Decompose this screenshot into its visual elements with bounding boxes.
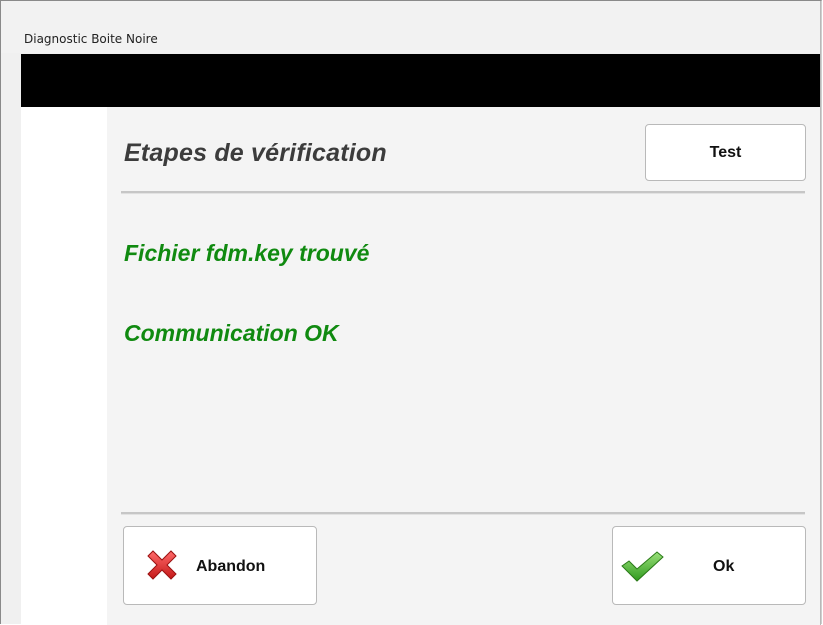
left-side-panel (21, 107, 107, 625)
bottom-divider (121, 512, 805, 515)
window-title: Diagnostic Boite Noire (24, 32, 158, 46)
ok-button[interactable]: Ok (612, 526, 806, 605)
window-right-border (820, 1, 821, 625)
top-divider (121, 191, 805, 194)
red-x-icon (147, 550, 177, 580)
green-check-icon (621, 551, 664, 582)
abandon-button[interactable]: Abandon (123, 526, 317, 605)
ok-button-label: Ok (713, 558, 735, 575)
test-button[interactable]: Test (645, 124, 806, 181)
verification-panel: Etapes de vérification Test Fichier fdm.… (107, 107, 821, 625)
test-button-label: Test (709, 143, 742, 161)
abandon-button-label: Abandon (196, 558, 266, 575)
status-line-communication: Communication OK (124, 320, 339, 346)
title-bar[interactable]: Diagnostic Boite Noire (1, 1, 821, 53)
page-title: Etapes de vérification (124, 139, 387, 167)
dialog-window: Diagnostic Boite Noire Etapes de vérific… (0, 0, 822, 625)
header-banner (21, 54, 821, 107)
status-line-file-found: Fichier fdm.key trouvé (124, 240, 370, 266)
